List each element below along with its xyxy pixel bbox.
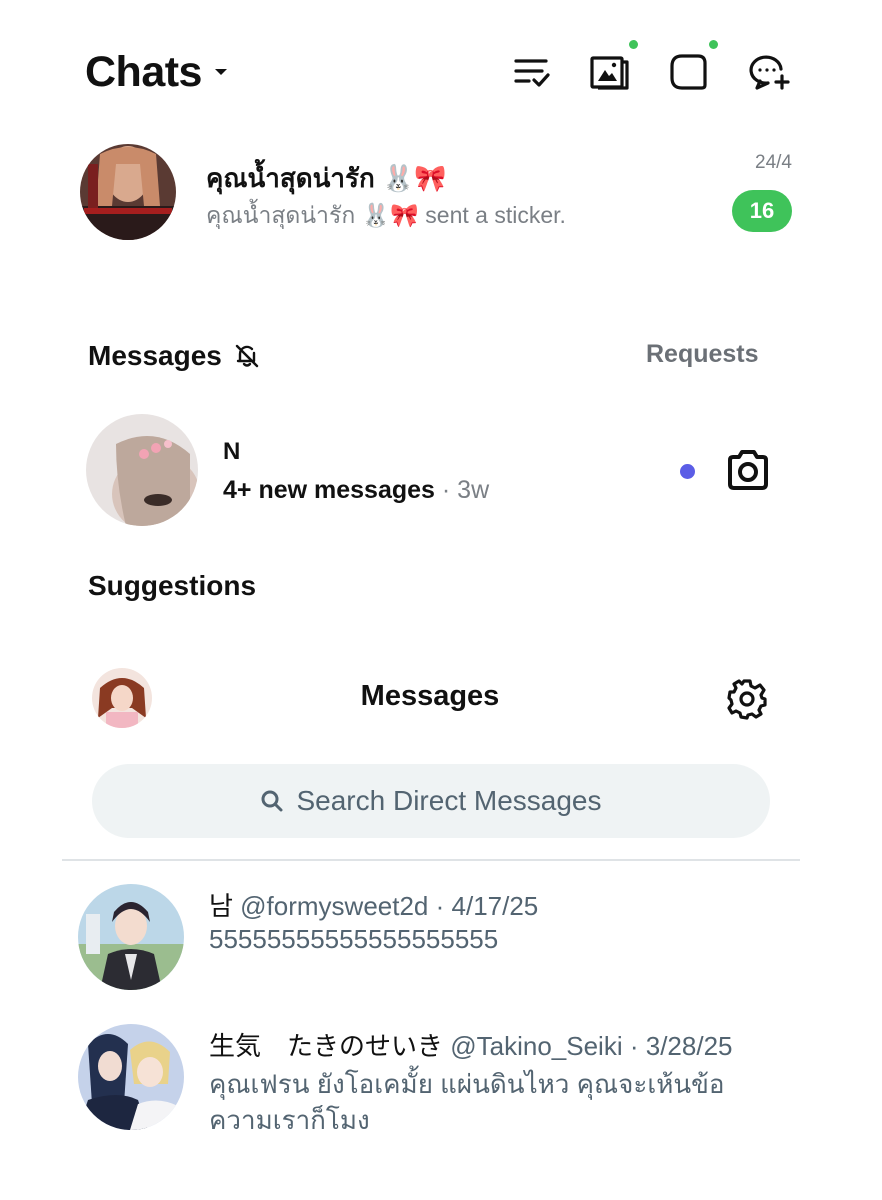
settings-gear-icon[interactable] xyxy=(726,678,768,720)
new-messages-count: 4+ new messages xyxy=(223,476,435,504)
conversation-handle: @formysweet2d xyxy=(240,891,429,921)
avatar xyxy=(86,414,198,526)
requests-link[interactable]: Requests xyxy=(646,340,759,369)
chat-preview: คุณน้ำสุดน่ารัก 🐰🎀 sent a sticker. xyxy=(206,202,566,228)
avatar xyxy=(78,1024,184,1130)
avatar xyxy=(80,144,176,240)
chat-list-item[interactable]: คุณน้ำสุดน่ารัก 🐰🎀 คุณน้ำสุดน่ารัก 🐰🎀 se… xyxy=(80,140,800,244)
conversation-preview-line-1: คุณเฟรน ยังโอเคมั้ย แผ่นดินไหว คุณจะเห้น… xyxy=(209,1069,725,1099)
message-time: · 3w xyxy=(441,476,490,504)
conversation-header: 남 @formysweet2d · 4/17/25 xyxy=(209,886,538,923)
conversation-name: 生気 たきのせいき xyxy=(209,1031,444,1061)
sender-name: N xyxy=(223,438,241,465)
profile-avatar[interactable] xyxy=(92,668,152,728)
search-input[interactable]: Search Direct Messages xyxy=(296,785,601,817)
message-preview-line: 4+ new messages · 3w xyxy=(223,476,489,505)
dm-title: Messages xyxy=(360,680,500,712)
suggestions-title: Suggestions xyxy=(88,570,257,601)
camera-icon[interactable] xyxy=(724,448,772,492)
conversation-name: 남 xyxy=(209,891,233,921)
conversation-item[interactable]: 生気 たきのせいき @Takino_Seiki · 3/28/25 คุณเฟร… xyxy=(78,1020,798,1140)
conversation-handle: @Takino_Seiki xyxy=(450,1031,623,1061)
section-title: Messages xyxy=(88,340,222,371)
conversation-item[interactable]: 남 @formysweet2d · 4/17/25 55555555555555… xyxy=(78,880,798,996)
conversation-preview-line-2: ความเราก็โมง xyxy=(209,1105,370,1135)
messages-section-header: Messages xyxy=(88,336,260,376)
conversation-preview: 55555555555555555555 xyxy=(209,924,499,954)
search-bar[interactable]: Search Direct Messages xyxy=(92,764,770,838)
conversation-date: · 3/28/25 xyxy=(629,1031,733,1061)
chat-name: คุณน้ำสุดน่ารัก 🐰🎀 xyxy=(206,163,447,193)
photo-new-dot xyxy=(629,40,638,49)
unread-badge: 16 xyxy=(732,190,792,232)
page-title: Chats xyxy=(85,47,202,96)
search-icon xyxy=(260,789,284,813)
conversation-date: · 4/17/25 xyxy=(435,891,539,921)
speech-new-dot xyxy=(709,40,718,49)
photo-folder-icon[interactable] xyxy=(588,52,630,92)
conversation-header: 生気 たきのせいき @Takino_Seiki · 3/28/25 xyxy=(209,1026,733,1063)
avatar xyxy=(78,884,184,990)
caret-down-icon xyxy=(214,67,228,77)
filter-check-icon[interactable] xyxy=(512,52,552,92)
chats-title-dropdown[interactable]: Chats xyxy=(85,46,228,98)
unread-count: 16 xyxy=(749,198,775,223)
divider xyxy=(62,859,800,861)
chat-date: 24/4 xyxy=(755,152,792,173)
unread-dot xyxy=(680,464,695,479)
new-chat-icon[interactable] xyxy=(748,52,792,92)
message-request-item[interactable]: N 4+ new messages · 3w xyxy=(86,412,786,528)
bell-off-icon[interactable] xyxy=(234,343,260,369)
speech-square-icon[interactable] xyxy=(668,52,710,92)
